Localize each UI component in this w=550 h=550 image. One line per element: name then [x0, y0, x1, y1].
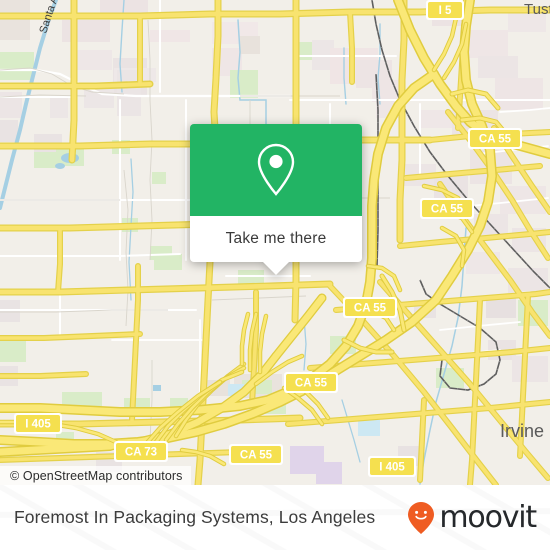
- shield-label: CA 55: [295, 378, 328, 390]
- popup-pointer-tail: [263, 262, 289, 275]
- shield-label: I 405: [25, 419, 51, 431]
- shield-ca55-lower: CA 55: [284, 372, 338, 393]
- page-footer: Foremost In Packaging Systems, Los Angel…: [0, 485, 550, 550]
- shield-label: CA 55: [431, 204, 464, 216]
- shield-label: I 405: [379, 462, 405, 474]
- shield-label: CA 55: [354, 303, 387, 315]
- place-title: Foremost In Packaging Systems, Los Angel…: [14, 507, 376, 527]
- shield-ca55-center: CA 55: [343, 297, 397, 318]
- moovit-brand[interactable]: moovit: [406, 499, 537, 535]
- shield-label: I 5: [439, 5, 452, 17]
- popup-footer[interactable]: Take me there: [190, 216, 362, 275]
- osm-attribution[interactable]: © OpenStreetMap contributors: [0, 466, 191, 487]
- shield-ca55-west: CA 55: [229, 444, 283, 465]
- map-label-tustin: Tustin: [524, 1, 550, 18]
- shield-ca73: CA 73: [114, 441, 168, 462]
- map-pin-icon: [257, 143, 295, 196]
- map-label-irvine: Irvine: [500, 421, 544, 441]
- shield-i5: I 5: [426, 0, 464, 20]
- shield-i405-south: I 405: [368, 456, 416, 477]
- shield-label: CA 73: [125, 447, 157, 459]
- moovit-pin-smiley-icon: [408, 501, 435, 534]
- shield-label: CA 55: [240, 450, 273, 462]
- moovit-map-page: .rd-c{fill:none;stroke:#e4d14a;stroke-li…: [0, 0, 550, 550]
- moovit-wordmark: moovit: [439, 499, 537, 535]
- shield-ca55-mid: CA 55: [420, 198, 474, 219]
- footer-content: Foremost In Packaging Systems, Los Angel…: [0, 485, 550, 550]
- location-popup-card[interactable]: Take me there: [190, 124, 362, 275]
- shield-ca55-north: CA 55: [468, 128, 522, 149]
- take-me-there-label: Take me there: [225, 230, 327, 247]
- popup-header: [190, 124, 362, 216]
- shield-label: CA 55: [479, 134, 512, 146]
- shield-i405-west: I 405: [14, 413, 62, 434]
